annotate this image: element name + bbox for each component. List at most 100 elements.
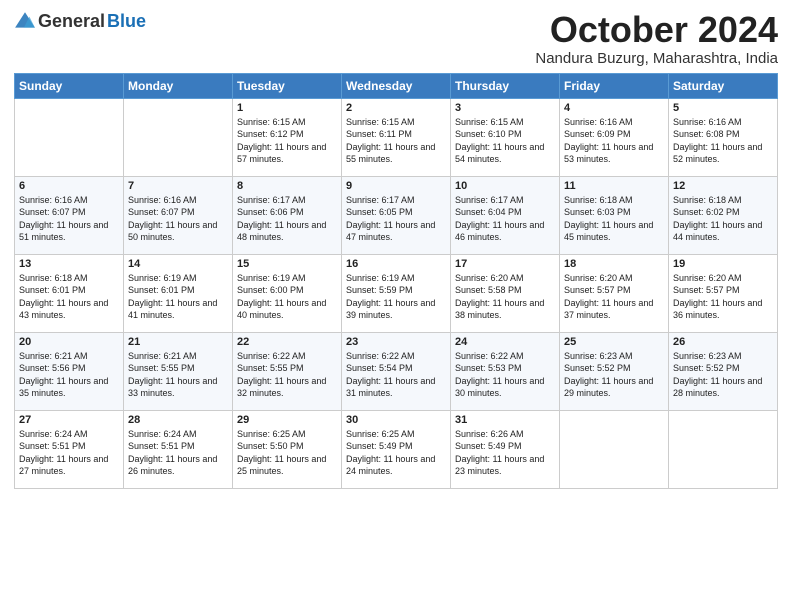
cell-info-1-4: Sunrise: 6:17 AMSunset: 6:04 PMDaylight:… — [455, 194, 555, 244]
cell-info-0-5: Sunrise: 6:16 AMSunset: 6:09 PMDaylight:… — [564, 116, 664, 166]
day-num-0-5: 4 — [564, 102, 664, 114]
week-row-3: 20 Sunrise: 6:21 AMSunset: 5:56 PMDayligh… — [15, 332, 778, 410]
cell-info-2-3: Sunrise: 6:19 AMSunset: 5:59 PMDaylight:… — [346, 272, 446, 322]
day-num-3-6: 26 — [673, 336, 773, 348]
day-num-4-0: 27 — [19, 414, 119, 426]
cell-3-6: 26 Sunrise: 6:23 AMSunset: 5:52 PMDayligh… — [669, 332, 778, 410]
week-row-2: 13 Sunrise: 6:18 AMSunset: 6:01 PMDayligh… — [15, 254, 778, 332]
logo: General Blue — [14, 10, 146, 32]
cell-3-3: 23Sunrise: 6:22 AMSunset: 5:54 PMDayligh… — [342, 332, 451, 410]
cell-info-4-1: Sunrise: 6:24 AMSunset: 5:51 PMDaylight:… — [128, 428, 228, 478]
day-num-2-1: 14 — [128, 258, 228, 270]
cell-2-5: 18 Sunrise: 6:20 AMSunset: 5:57 PMDayligh… — [560, 254, 669, 332]
cell-0-6: 5Sunrise: 6:16 AMSunset: 6:08 PMDaylight… — [669, 98, 778, 176]
cell-info-4-0: Sunrise: 6:24 AMSunset: 5:51 PMDaylight:… — [19, 428, 119, 478]
month-title: October 2024 — [535, 10, 778, 50]
title-area: October 2024 Nandura Buzurg, Maharashtra… — [535, 10, 778, 67]
cell-4-2: 29 Sunrise: 6:25 AMSunset: 5:50 PMDayligh… — [233, 410, 342, 488]
calendar-page: General Blue October 2024 Nandura Buzurg… — [0, 0, 792, 612]
cell-3-0: 20 Sunrise: 6:21 AMSunset: 5:56 PMDayligh… — [15, 332, 124, 410]
cell-info-3-6: Sunrise: 6:23 AMSunset: 5:52 PMDaylight:… — [673, 350, 773, 400]
cell-0-4: 3Sunrise: 6:15 AMSunset: 6:10 PMDaylight… — [451, 98, 560, 176]
cell-4-0: 27 Sunrise: 6:24 AMSunset: 5:51 PMDayligh… — [15, 410, 124, 488]
cell-info-2-4: Sunrise: 6:20 AMSunset: 5:58 PMDaylight:… — [455, 272, 555, 322]
cell-1-1: 7 Sunrise: 6:16 AMSunset: 6:07 PMDaylight… — [124, 176, 233, 254]
day-num-2-4: 17 — [455, 258, 555, 270]
logo-icon — [14, 10, 36, 32]
day-num-2-0: 13 — [19, 258, 119, 270]
cell-3-4: 24Sunrise: 6:22 AMSunset: 5:53 PMDayligh… — [451, 332, 560, 410]
cell-0-2: 1Sunrise: 6:15 AMSunset: 6:12 PMDaylight… — [233, 98, 342, 176]
location-title: Nandura Buzurg, Maharashtra, India — [535, 50, 778, 67]
cell-1-0: 6 Sunrise: 6:16 AMSunset: 6:07 PMDaylight… — [15, 176, 124, 254]
cell-info-4-2: Sunrise: 6:25 AMSunset: 5:50 PMDaylight:… — [237, 428, 337, 478]
day-num-0-2: 1 — [237, 102, 337, 114]
day-num-0-6: 5 — [673, 102, 773, 114]
cell-info-2-6: Sunrise: 6:20 AMSunset: 5:57 PMDaylight:… — [673, 272, 773, 322]
header-friday: Friday — [560, 73, 669, 98]
cell-2-6: 19 Sunrise: 6:20 AMSunset: 5:57 PMDayligh… — [669, 254, 778, 332]
cell-info-1-1: Sunrise: 6:16 AMSunset: 6:07 PMDaylight:… — [128, 194, 228, 244]
cell-info-4-4: Sunrise: 6:26 AMSunset: 5:49 PMDaylight:… — [455, 428, 555, 478]
cell-info-1-0: Sunrise: 6:16 AMSunset: 6:07 PMDaylight:… — [19, 194, 119, 244]
cell-0-3: 2 Sunrise: 6:15 AMSunset: 6:11 PMDaylight… — [342, 98, 451, 176]
cell-info-3-3: Sunrise: 6:22 AMSunset: 5:54 PMDaylight:… — [346, 350, 446, 400]
cell-info-2-0: Sunrise: 6:18 AMSunset: 6:01 PMDaylight:… — [19, 272, 119, 322]
day-num-4-2: 29 — [237, 414, 337, 426]
cell-1-3: 9Sunrise: 6:17 AMSunset: 6:05 PMDaylight… — [342, 176, 451, 254]
cell-info-2-2: Sunrise: 6:19 AMSunset: 6:00 PMDaylight:… — [237, 272, 337, 322]
day-num-1-6: 12 — [673, 180, 773, 192]
cell-2-3: 16 Sunrise: 6:19 AMSunset: 5:59 PMDayligh… — [342, 254, 451, 332]
header-monday: Monday — [124, 73, 233, 98]
cell-3-2: 22 Sunrise: 6:22 AMSunset: 5:55 PMDayligh… — [233, 332, 342, 410]
day-num-3-5: 25 — [564, 336, 664, 348]
cell-0-1 — [124, 98, 233, 176]
cell-0-5: 4 Sunrise: 6:16 AMSunset: 6:09 PMDaylight… — [560, 98, 669, 176]
cell-1-6: 12 Sunrise: 6:18 AMSunset: 6:02 PMDayligh… — [669, 176, 778, 254]
cell-info-3-1: Sunrise: 6:21 AMSunset: 5:55 PMDaylight:… — [128, 350, 228, 400]
logo-area: General Blue — [14, 10, 146, 32]
cell-3-1: 21 Sunrise: 6:21 AMSunset: 5:55 PMDayligh… — [124, 332, 233, 410]
week-row-1: 6 Sunrise: 6:16 AMSunset: 6:07 PMDaylight… — [15, 176, 778, 254]
header-saturday: Saturday — [669, 73, 778, 98]
cell-2-2: 15Sunrise: 6:19 AMSunset: 6:00 PMDayligh… — [233, 254, 342, 332]
cell-info-4-3: Sunrise: 6:25 AMSunset: 5:49 PMDaylight:… — [346, 428, 446, 478]
cell-3-5: 25Sunrise: 6:23 AMSunset: 5:52 PMDayligh… — [560, 332, 669, 410]
day-num-3-2: 22 — [237, 336, 337, 348]
calendar-table: Sunday Monday Tuesday Wednesday Thursday… — [14, 73, 778, 489]
day-num-2-6: 19 — [673, 258, 773, 270]
header-tuesday: Tuesday — [233, 73, 342, 98]
cell-info-3-2: Sunrise: 6:22 AMSunset: 5:55 PMDaylight:… — [237, 350, 337, 400]
day-num-3-1: 21 — [128, 336, 228, 348]
day-num-2-3: 16 — [346, 258, 446, 270]
day-num-4-1: 28 — [128, 414, 228, 426]
week-row-0: 1Sunrise: 6:15 AMSunset: 6:12 PMDaylight… — [15, 98, 778, 176]
day-num-3-0: 20 — [19, 336, 119, 348]
day-num-1-2: 8 — [237, 180, 337, 192]
cell-info-0-4: Sunrise: 6:15 AMSunset: 6:10 PMDaylight:… — [455, 116, 555, 166]
header-sunday: Sunday — [15, 73, 124, 98]
day-num-2-5: 18 — [564, 258, 664, 270]
cell-0-0 — [15, 98, 124, 176]
day-num-1-4: 10 — [455, 180, 555, 192]
cell-info-0-3: Sunrise: 6:15 AMSunset: 6:11 PMDaylight:… — [346, 116, 446, 166]
cell-info-2-5: Sunrise: 6:20 AMSunset: 5:57 PMDaylight:… — [564, 272, 664, 322]
header: General Blue October 2024 Nandura Buzurg… — [14, 10, 778, 67]
cell-4-4: 31Sunrise: 6:26 AMSunset: 5:49 PMDayligh… — [451, 410, 560, 488]
day-num-1-1: 7 — [128, 180, 228, 192]
cell-4-3: 30Sunrise: 6:25 AMSunset: 5:49 PMDayligh… — [342, 410, 451, 488]
cell-1-2: 8Sunrise: 6:17 AMSunset: 6:06 PMDaylight… — [233, 176, 342, 254]
cell-2-4: 17 Sunrise: 6:20 AMSunset: 5:58 PMDayligh… — [451, 254, 560, 332]
cell-info-1-6: Sunrise: 6:18 AMSunset: 6:02 PMDaylight:… — [673, 194, 773, 244]
logo-general: General — [38, 11, 105, 32]
cell-2-1: 14 Sunrise: 6:19 AMSunset: 6:01 PMDayligh… — [124, 254, 233, 332]
cell-info-3-0: Sunrise: 6:21 AMSunset: 5:56 PMDaylight:… — [19, 350, 119, 400]
header-thursday: Thursday — [451, 73, 560, 98]
day-num-0-3: 2 — [346, 102, 446, 114]
day-num-1-3: 9 — [346, 180, 446, 192]
cell-info-1-5: Sunrise: 6:18 AMSunset: 6:03 PMDaylight:… — [564, 194, 664, 244]
day-num-1-0: 6 — [19, 180, 119, 192]
cell-1-5: 11 Sunrise: 6:18 AMSunset: 6:03 PMDayligh… — [560, 176, 669, 254]
cell-info-2-1: Sunrise: 6:19 AMSunset: 6:01 PMDaylight:… — [128, 272, 228, 322]
day-num-1-5: 11 — [564, 180, 664, 192]
